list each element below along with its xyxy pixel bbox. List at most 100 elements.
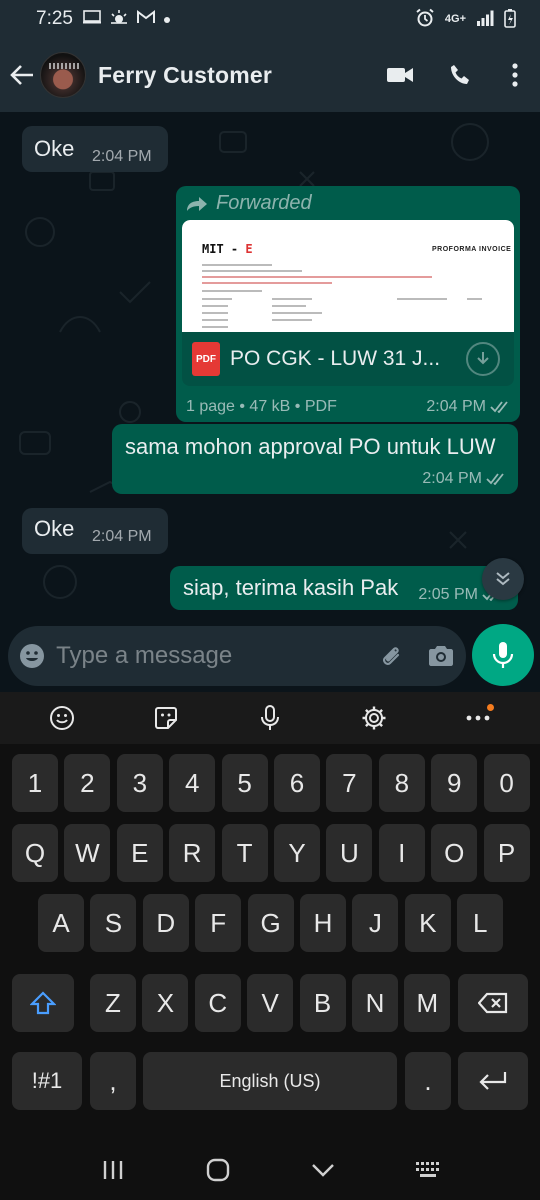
download-arrow-icon xyxy=(477,352,489,365)
key-c[interactable]: C xyxy=(194,974,241,1032)
hide-keyboard-button[interactable] xyxy=(293,1140,353,1200)
key-5[interactable]: 5 xyxy=(221,754,268,812)
gmail-icon xyxy=(136,10,155,28)
preview-brand-accent: E xyxy=(245,242,253,256)
key-3[interactable]: 3 xyxy=(116,754,163,812)
key-x[interactable]: X xyxy=(142,974,189,1032)
message-outgoing[interactable]: sama mohon approval PO untuk LUW 2:04 PM xyxy=(112,424,518,494)
message-text: siap, terima kasih Pak xyxy=(183,575,399,600)
message-composer xyxy=(0,618,540,692)
keyboard-emoji-button[interactable] xyxy=(32,692,92,744)
forwarded-text: Forwarded xyxy=(216,192,312,214)
key-o[interactable]: O xyxy=(431,824,478,882)
video-call-button[interactable] xyxy=(370,38,430,112)
key-7[interactable]: 7 xyxy=(326,754,373,812)
contact-name[interactable]: Ferry Customer xyxy=(98,62,272,89)
more-options-button[interactable] xyxy=(490,38,540,112)
key-j[interactable]: J xyxy=(352,894,399,952)
signal-icon xyxy=(476,10,494,29)
double-check-icon xyxy=(490,401,508,413)
keyboard-voice-input-button[interactable] xyxy=(240,692,300,744)
scroll-to-bottom-button[interactable] xyxy=(482,558,524,600)
comma-key[interactable]: , xyxy=(90,1052,136,1110)
key-p[interactable]: P xyxy=(483,824,530,882)
key-a[interactable]: A xyxy=(38,894,84,952)
key-i[interactable]: I xyxy=(378,824,425,882)
emoji-button[interactable] xyxy=(8,626,56,686)
document-info: 1 page • 47 kB • PDF xyxy=(186,398,337,415)
preview-brand-main: MIT - xyxy=(202,242,246,256)
chevron-down-icon xyxy=(311,1164,334,1177)
key-q[interactable]: Q xyxy=(12,824,58,882)
key-k[interactable]: K xyxy=(404,894,451,952)
weather-icon xyxy=(109,9,129,29)
key-0[interactable]: 0 xyxy=(483,754,530,812)
forward-arrow-icon xyxy=(187,196,207,211)
recent-apps-button[interactable] xyxy=(83,1140,143,1200)
status-bar: 7:25 4G+ xyxy=(0,0,540,38)
key-8[interactable]: 8 xyxy=(378,754,425,812)
message-outgoing[interactable]: siap, terima kasih Pak 2:05 PM xyxy=(170,566,518,610)
notification-dot-icon xyxy=(163,11,171,28)
key-f[interactable]: F xyxy=(195,894,242,952)
message-incoming[interactable]: Oke 2:04 PM xyxy=(22,126,168,172)
key-t[interactable]: T xyxy=(221,824,268,882)
key-h[interactable]: H xyxy=(300,894,346,952)
voice-call-button[interactable] xyxy=(430,38,490,112)
document-row[interactable]: PDF PO CGK - LUW 31 J... xyxy=(182,332,514,386)
key-1[interactable]: 1 xyxy=(12,754,58,812)
attach-button[interactable] xyxy=(366,626,416,686)
message-outgoing-document[interactable]: Forwarded MIT - E PROFORMA INVOICE PDF P… xyxy=(176,186,520,422)
message-meta: 2:04 PM xyxy=(422,470,506,488)
system-navigation-bar xyxy=(0,1140,540,1200)
key-g[interactable]: G xyxy=(247,894,294,952)
key-6[interactable]: 6 xyxy=(274,754,320,812)
shift-key[interactable] xyxy=(12,974,74,1032)
message-input-bar[interactable] xyxy=(8,626,466,686)
chat-area[interactable]: Oke 2:04 PM Forwarded MIT - E PROFORMA I… xyxy=(0,112,540,692)
key-s[interactable]: S xyxy=(90,894,137,952)
avatar[interactable] xyxy=(40,52,86,98)
key-9[interactable]: 9 xyxy=(431,754,478,812)
key-y[interactable]: Y xyxy=(274,824,320,882)
message-incoming[interactable]: Oke 2:04 PM xyxy=(22,508,168,554)
key-v[interactable]: V xyxy=(247,974,294,1032)
video-camera-icon xyxy=(387,68,413,82)
keyboard-sticker-button[interactable] xyxy=(136,692,196,744)
symbols-key[interactable]: !#1 xyxy=(12,1052,82,1110)
key-l[interactable]: L xyxy=(457,894,504,952)
key-r[interactable]: R xyxy=(169,824,216,882)
document-preview[interactable]: MIT - E PROFORMA INVOICE xyxy=(182,220,514,332)
key-n[interactable]: N xyxy=(352,974,398,1032)
message-input[interactable] xyxy=(56,642,367,670)
backspace-key[interactable] xyxy=(458,974,528,1032)
voice-message-button[interactable] xyxy=(472,624,534,686)
key-2[interactable]: 2 xyxy=(64,754,111,812)
key-u[interactable]: U xyxy=(326,824,373,882)
onscreen-keyboard: 1 2 3 4 5 6 7 8 9 0 Q W E R T Y U I O P A S D F G H J K L Z X C V B N M !#1,… xyxy=(0,692,540,1140)
key-e[interactable]: E xyxy=(116,824,163,882)
key-z[interactable]: Z xyxy=(90,974,136,1032)
space-bar[interactable]: English (US) xyxy=(143,1052,397,1110)
keyboard-switcher-button[interactable] xyxy=(398,1140,458,1200)
key-w[interactable]: W xyxy=(64,824,111,882)
download-button[interactable] xyxy=(466,342,500,376)
keyboard-more-button[interactable] xyxy=(448,692,508,744)
keyboard-toolbar xyxy=(0,692,540,744)
camera-button[interactable] xyxy=(416,626,466,686)
keyboard-settings-button[interactable] xyxy=(344,692,404,744)
shift-arrow-icon xyxy=(30,991,56,1015)
sticker-icon xyxy=(155,707,177,729)
back-arrow-icon xyxy=(10,65,33,85)
smiley-icon xyxy=(50,706,74,730)
document-card[interactable]: MIT - E PROFORMA INVOICE PDF PO CGK - LU… xyxy=(182,220,514,386)
enter-key[interactable] xyxy=(458,1052,528,1110)
key-4[interactable]: 4 xyxy=(169,754,216,812)
key-d[interactable]: D xyxy=(142,894,189,952)
period-key[interactable]: . xyxy=(405,1052,451,1110)
key-m[interactable]: M xyxy=(404,974,451,1032)
key-b[interactable]: B xyxy=(299,974,346,1032)
home-button[interactable] xyxy=(188,1140,248,1200)
back-button[interactable] xyxy=(4,38,40,112)
gear-icon xyxy=(362,706,386,730)
